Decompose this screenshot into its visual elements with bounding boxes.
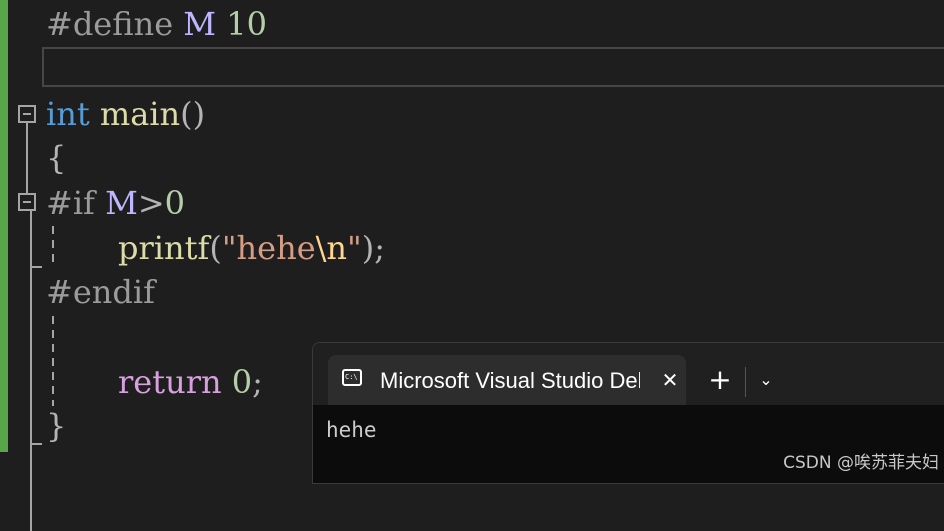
fold-main-guide-line <box>26 123 28 193</box>
change-indicator-bar <box>0 0 8 452</box>
fold-body-dashed-guide <box>52 316 54 406</box>
define-macro-value: 10 <box>226 5 267 43</box>
tab-bar-divider <box>745 367 746 397</box>
new-tab-button[interactable]: + <box>705 365 735 395</box>
code-line-define[interactable]: #define M 10 <box>46 2 267 46</box>
terminal-output-area[interactable]: hehe CSDN @唉苏菲夫妇 <box>313 405 944 483</box>
code-line-endif[interactable]: #endif <box>46 270 155 314</box>
terminal-output-text: hehe <box>326 418 377 442</box>
code-line-printf[interactable]: printf("hehe\n"); <box>118 226 385 270</box>
printf-function-name: printf <box>118 229 210 267</box>
fold-main-guide-line-lower <box>30 211 32 531</box>
debug-console-window[interactable]: Microsoft Visual Studio Debug Console ✕ … <box>312 342 944 484</box>
close-brace: } <box>46 407 67 445</box>
printf-open-paren: ( <box>209 229 222 267</box>
printf-close: ); <box>361 229 385 267</box>
if-directive: #if <box>46 184 95 222</box>
code-line-main[interactable]: int main() <box>46 92 205 136</box>
code-line-return[interactable]: return 0; <box>118 360 263 404</box>
printf-string-start: "hehe <box>221 229 316 267</box>
console-icon <box>342 369 362 386</box>
define-macro-name: M <box>183 5 217 43</box>
fold-if-end-tick <box>30 266 42 268</box>
return-semicolon: ; <box>252 363 263 401</box>
current-line-highlight[interactable] <box>42 47 944 87</box>
fold-main-end-tick <box>30 443 42 445</box>
if-macro-name: M <box>105 184 138 222</box>
code-line-open-brace[interactable]: { <box>46 136 66 180</box>
return-keyword: return <box>118 363 222 401</box>
if-value: 0 <box>164 184 185 222</box>
chevron-down-icon[interactable]: ⌄ <box>753 365 779 395</box>
endif-directive: #endif <box>46 273 155 311</box>
if-operator: > <box>137 184 165 222</box>
watermark-text: CSDN @唉苏菲夫妇 <box>783 453 939 473</box>
terminal-tab-active[interactable]: Microsoft Visual Studio Debug Console ✕ <box>328 355 686 405</box>
fold-if-dashed-guide <box>52 226 54 266</box>
main-return-type: int <box>46 95 90 133</box>
open-brace: { <box>46 139 67 177</box>
printf-escape: \n <box>315 229 348 267</box>
printf-string-end: " <box>347 229 362 267</box>
define-directive: #define <box>46 5 174 43</box>
main-parens: () <box>180 95 206 133</box>
fold-if-collapse-icon[interactable] <box>18 193 36 211</box>
terminal-tab-title: Microsoft Visual Studio Debug Console <box>380 368 640 393</box>
fold-main-collapse-icon[interactable] <box>18 105 36 123</box>
return-value: 0 <box>231 363 253 401</box>
main-function-name: main <box>99 95 181 133</box>
terminal-tab-bar: Microsoft Visual Studio Debug Console ✕ … <box>313 343 944 405</box>
code-line-if[interactable]: #if M>0 <box>46 181 185 225</box>
code-line-close-brace[interactable]: } <box>46 404 66 448</box>
close-icon[interactable]: ✕ <box>658 366 682 394</box>
